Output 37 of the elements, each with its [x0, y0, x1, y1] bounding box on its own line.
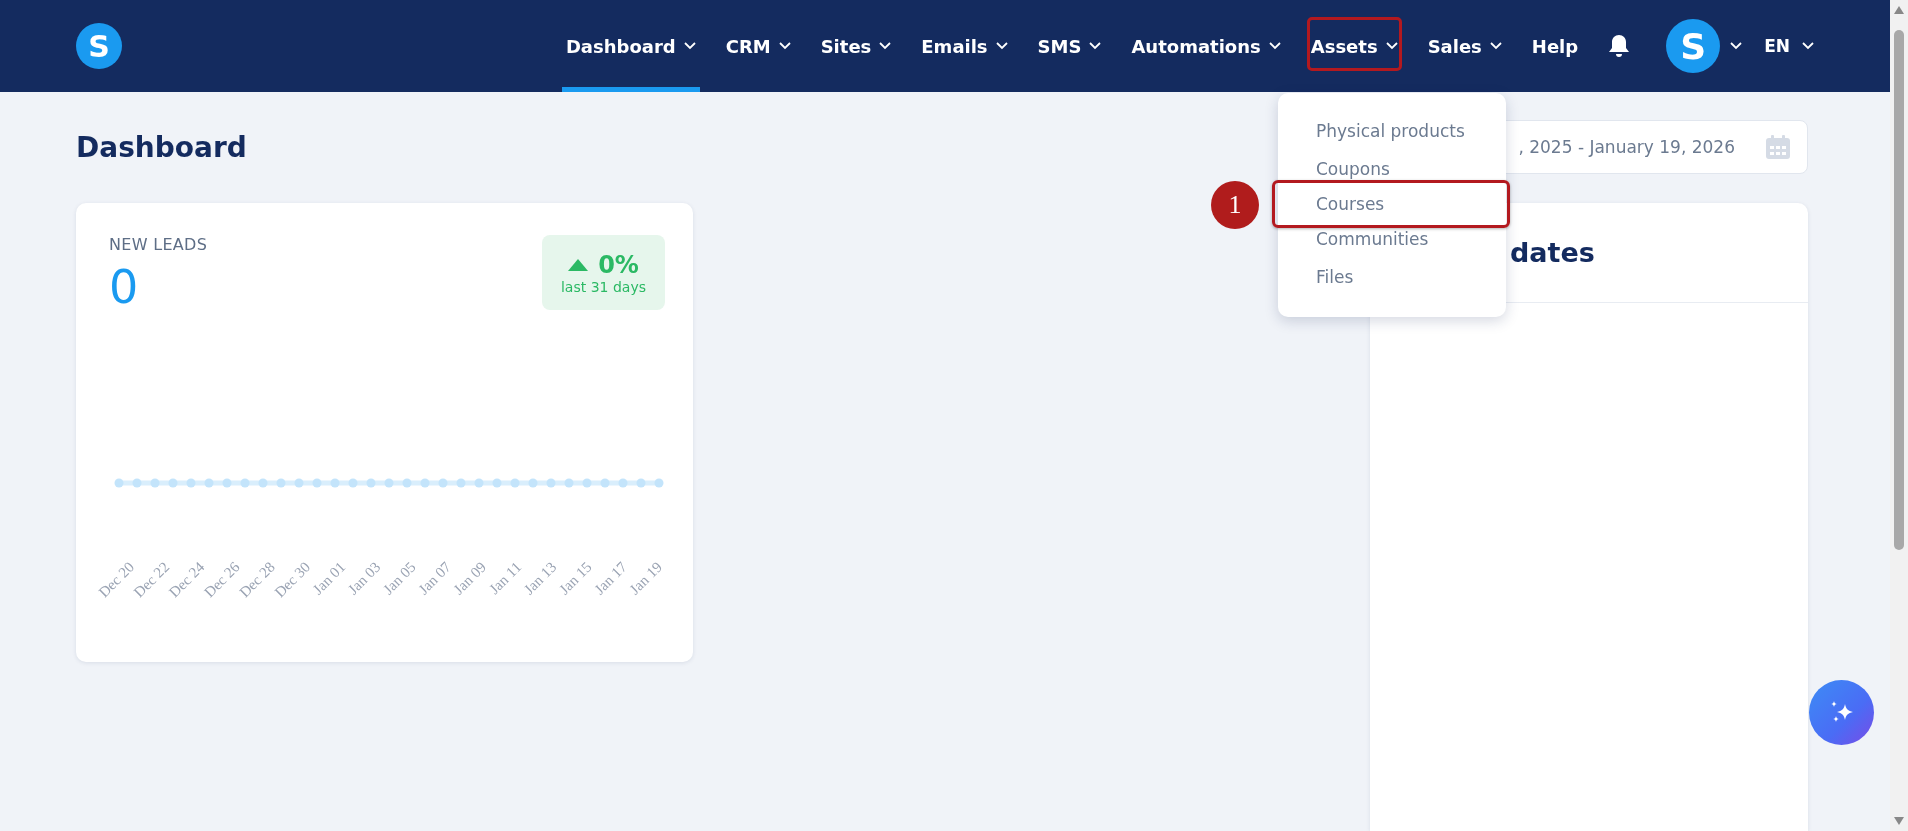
nav-label: Automations	[1131, 35, 1261, 57]
nav-menu-item[interactable]: Automations	[1127, 0, 1285, 92]
nav-label: Dashboard	[565, 35, 676, 57]
dropdown-menu-item[interactable]: Files	[1278, 258, 1506, 296]
step-marker: 1	[1211, 181, 1259, 229]
language-selector[interactable]: EN	[1764, 36, 1790, 56]
card-title: dates	[1510, 237, 1595, 268]
nav-label: Emails	[921, 35, 988, 57]
up-triangle-icon	[568, 258, 589, 271]
nav-menu-item[interactable]: Assets	[1306, 0, 1402, 92]
nav-menu-item[interactable]: Help	[1527, 0, 1583, 92]
notification-bell-icon[interactable]	[1608, 34, 1631, 58]
nav-label: SMS	[1037, 35, 1082, 57]
leads-count: 0	[109, 260, 140, 314]
scroll-up-icon[interactable]	[1894, 6, 1904, 14]
nav-label: Sites	[820, 35, 872, 57]
nav-label: Help	[1531, 35, 1579, 57]
chevron-icon	[1730, 42, 1743, 50]
scrollbar[interactable]	[1890, 0, 1908, 831]
nav-menu-item[interactable]: CRM	[721, 0, 795, 92]
nav-label: Assets	[1310, 35, 1378, 57]
dropdown-menu-item[interactable]: Courses	[1272, 180, 1510, 228]
nav-menu-item[interactable]: Dashboard	[561, 0, 700, 92]
nav-menu-item[interactable]: Sales	[1423, 0, 1506, 92]
scrollbar-thumb[interactable]	[1894, 30, 1904, 550]
chevron-icon	[1802, 42, 1814, 50]
nav-menu-item[interactable]: SMS	[1033, 0, 1106, 92]
change-period: last 31 days	[561, 278, 646, 295]
scroll-down-icon[interactable]	[1894, 817, 1904, 825]
nav-menu-item[interactable]: Emails	[917, 0, 1012, 92]
page-title: Dashboard	[76, 130, 247, 164]
nav-label: CRM	[725, 35, 771, 57]
calendar-icon	[1765, 134, 1791, 160]
nav-label: Sales	[1427, 35, 1482, 57]
nav-menu-item[interactable]: Sites	[816, 0, 896, 92]
card-title: NEW LEADS	[109, 235, 208, 254]
change-percent: 0%	[598, 250, 639, 279]
